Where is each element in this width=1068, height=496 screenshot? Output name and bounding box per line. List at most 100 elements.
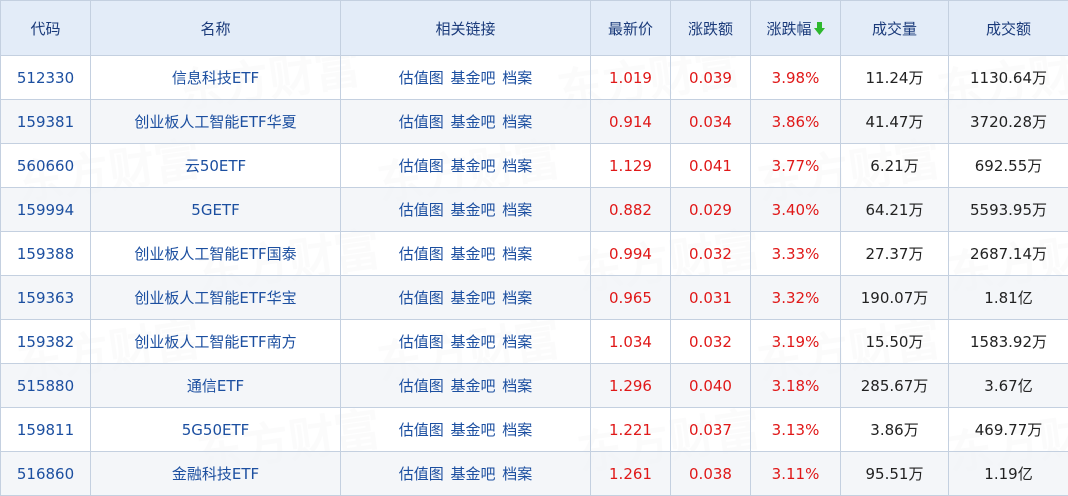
fund-code-link[interactable]: 159381 [0,99,91,144]
header-links: 相关链接 [340,0,591,56]
fund-forum-link[interactable]: 基金吧 [450,201,495,219]
fund-code-link[interactable]: 159382 [0,319,91,364]
latest-price: 1.261 [590,451,671,496]
fund-name-link[interactable]: 创业板人工智能ETF南方 [90,319,341,364]
fund-profile-link[interactable]: 档案 [502,465,532,483]
header-price[interactable]: 最新价 [590,0,671,56]
trade-amount: 2687.14万 [948,231,1068,276]
trade-volume: 41.47万 [840,99,949,144]
fund-forum-link[interactable]: 基金吧 [450,69,495,87]
header-name[interactable]: 名称 [90,0,341,56]
valuation-chart-link[interactable]: 估值图 [399,69,444,87]
change-percent: 3.77% [750,143,841,188]
trade-amount: 1130.64万 [948,55,1068,100]
valuation-chart-link[interactable]: 估值图 [399,113,444,131]
valuation-chart-link[interactable]: 估值图 [399,333,444,351]
trade-volume: 3.86万 [840,407,949,452]
fund-profile-link[interactable]: 档案 [502,333,532,351]
change-percent: 3.18% [750,363,841,408]
table-row: 515880 通信ETF 估值图 基金吧 档案 1.296 0.040 3.18% 285.… [0,363,1068,408]
latest-price: 0.994 [590,231,671,276]
related-links: 估值图 基金吧 档案 [340,363,591,408]
fund-forum-link[interactable]: 基金吧 [450,289,495,307]
fund-profile-link[interactable]: 档案 [502,245,532,263]
trade-amount: 3.67亿 [948,363,1068,408]
fund-forum-link[interactable]: 基金吧 [450,465,495,483]
change-percent: 3.32% [750,275,841,320]
header-pct-sorted[interactable]: 涨跌幅 [750,0,841,56]
price-change: 0.034 [670,99,751,144]
related-links: 估值图 基金吧 档案 [340,275,591,320]
table-row: 512330 信息科技ETF 估值图 基金吧 档案 1.019 0.039 3.98% 11… [0,55,1068,100]
fund-profile-link[interactable]: 档案 [502,201,532,219]
fund-profile-link[interactable]: 档案 [502,157,532,175]
related-links: 估值图 基金吧 档案 [340,99,591,144]
fund-name-link[interactable]: 信息科技ETF [90,55,341,100]
header-amount[interactable]: 成交额 [948,0,1068,56]
trade-volume: 190.07万 [840,275,949,320]
arrow-down-icon [813,21,825,35]
fund-forum-link[interactable]: 基金吧 [450,421,495,439]
fund-code-link[interactable]: 159363 [0,275,91,320]
fund-profile-link[interactable]: 档案 [502,113,532,131]
header-code[interactable]: 代码 [0,0,91,56]
related-links: 估值图 基金吧 档案 [340,451,591,496]
related-links: 估值图 基金吧 档案 [340,55,591,100]
valuation-chart-link[interactable]: 估值图 [399,421,444,439]
table-row: 159363 创业板人工智能ETF华宝 估值图 基金吧 档案 0.965 0.031 3.… [0,275,1068,320]
fund-forum-link[interactable]: 基金吧 [450,333,495,351]
latest-price: 1.129 [590,143,671,188]
trade-amount: 1.81亿 [948,275,1068,320]
fund-name-link[interactable]: 云50ETF [90,143,341,188]
fund-forum-link[interactable]: 基金吧 [450,113,495,131]
valuation-chart-link[interactable]: 估值图 [399,157,444,175]
valuation-chart-link[interactable]: 估值图 [399,245,444,263]
table-row: 159388 创业板人工智能ETF国泰 估值图 基金吧 档案 0.994 0.032 3.… [0,231,1068,276]
valuation-chart-link[interactable]: 估值图 [399,201,444,219]
table-row: 516860 金融科技ETF 估值图 基金吧 档案 1.261 0.038 3.11% 95… [0,451,1068,496]
fund-profile-link[interactable]: 档案 [502,69,532,87]
fund-name-link[interactable]: 5GETF [90,187,341,232]
price-change: 0.038 [670,451,751,496]
price-change: 0.040 [670,363,751,408]
fund-profile-link[interactable]: 档案 [502,421,532,439]
etf-ranking-table: 代码 名称 相关链接 最新价 涨跌额 涨跌幅 成交量 成交额 512330 信息科… [0,0,1068,496]
trade-volume: 11.24万 [840,55,949,100]
fund-code-link[interactable]: 159811 [0,407,91,452]
fund-forum-link[interactable]: 基金吧 [450,377,495,395]
price-change: 0.029 [670,187,751,232]
header-pct-label: 涨跌幅 [766,19,812,38]
latest-price: 1.019 [590,55,671,100]
fund-code-link[interactable]: 159994 [0,187,91,232]
trade-amount: 1.19亿 [948,451,1068,496]
valuation-chart-link[interactable]: 估值图 [399,465,444,483]
related-links: 估值图 基金吧 档案 [340,319,591,364]
header-change[interactable]: 涨跌额 [670,0,751,56]
fund-code-link[interactable]: 512330 [0,55,91,100]
fund-code-link[interactable]: 515880 [0,363,91,408]
fund-name-link[interactable]: 创业板人工智能ETF国泰 [90,231,341,276]
fund-profile-link[interactable]: 档案 [502,289,532,307]
header-volume[interactable]: 成交量 [840,0,949,56]
change-percent: 3.33% [750,231,841,276]
fund-profile-link[interactable]: 档案 [502,377,532,395]
price-change: 0.032 [670,231,751,276]
change-percent: 3.86% [750,99,841,144]
table-row: 159381 创业板人工智能ETF华夏 估值图 基金吧 档案 0.914 0.034 3.… [0,99,1068,144]
fund-name-link[interactable]: 5G50ETF [90,407,341,452]
latest-price: 0.914 [590,99,671,144]
fund-name-link[interactable]: 通信ETF [90,363,341,408]
fund-code-link[interactable]: 516860 [0,451,91,496]
fund-code-link[interactable]: 560660 [0,143,91,188]
fund-code-link[interactable]: 159388 [0,231,91,276]
change-percent: 3.13% [750,407,841,452]
fund-name-link[interactable]: 创业板人工智能ETF华宝 [90,275,341,320]
fund-name-link[interactable]: 金融科技ETF [90,451,341,496]
fund-forum-link[interactable]: 基金吧 [450,245,495,263]
fund-forum-link[interactable]: 基金吧 [450,157,495,175]
related-links: 估值图 基金吧 档案 [340,231,591,276]
valuation-chart-link[interactable]: 估值图 [399,377,444,395]
latest-price: 1.034 [590,319,671,364]
valuation-chart-link[interactable]: 估值图 [399,289,444,307]
fund-name-link[interactable]: 创业板人工智能ETF华夏 [90,99,341,144]
